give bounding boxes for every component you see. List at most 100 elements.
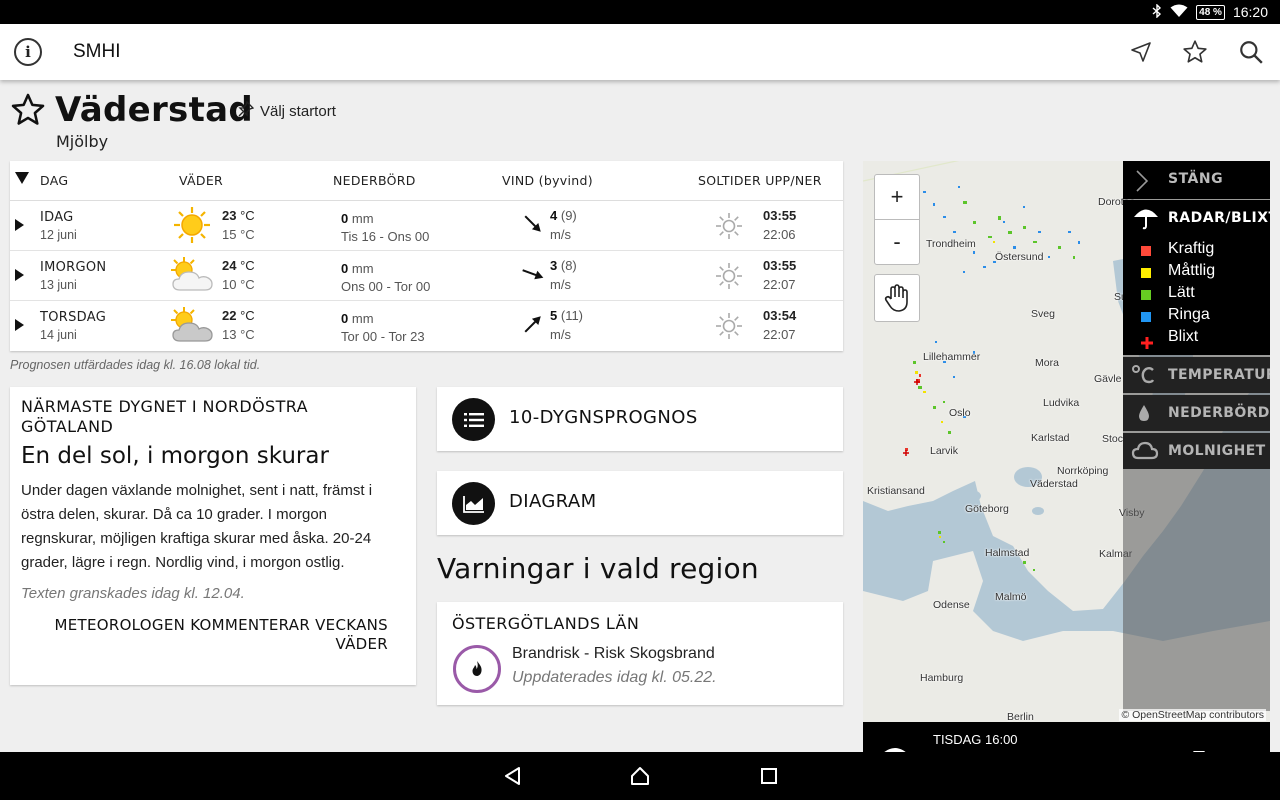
wind-direction-arrow-icon	[520, 311, 546, 337]
radar-map[interactable]: + - DoroteaTrondheimÖstersundSundsvSvegL…	[863, 161, 1270, 722]
temp-min: 13 °C	[222, 327, 255, 342]
text-forecast-body: Under dagen växlande molnighet, sent i n…	[21, 482, 373, 571]
celsius-icon	[1131, 364, 1157, 386]
info-icon[interactable]: i	[14, 38, 42, 66]
sunset-time: 22:07	[763, 277, 796, 292]
map-place-label: Lillehammer	[923, 351, 981, 363]
map-place-label: Halmstad	[985, 547, 1030, 559]
wind-speed: 3 (8)	[550, 258, 577, 273]
map-place-label: Larvik	[930, 445, 959, 457]
recent-apps-icon[interactable]	[759, 766, 779, 786]
warning-card[interactable]: ÖSTERGÖTLANDS LÄN Brandrisk - Risk Skogs…	[437, 602, 843, 705]
map-place-label: Kristiansand	[867, 485, 925, 497]
diagram-label: DIAGRAM	[509, 491, 597, 512]
expand-triangle-icon[interactable]	[15, 219, 24, 231]
temp-min: 10 °C	[222, 277, 255, 292]
legend-cloudiness-button[interactable]: MOLNIGHET	[1123, 433, 1270, 469]
choose-start-location-label: Välj startort	[260, 102, 336, 120]
map-place-label: Ludvika	[1043, 397, 1080, 409]
text-forecast-card: NÄRMASTE DYGNET I NORDÖSTRA GÖTALAND En …	[10, 387, 416, 685]
favorite-place-star-icon[interactable]	[10, 92, 46, 132]
map-place-label: Oslo	[949, 407, 971, 419]
back-icon[interactable]	[503, 766, 523, 786]
precip-amount: 0 mm	[341, 211, 374, 226]
sun-cloud-icon	[168, 305, 216, 345]
battery-indicator: 48 %	[1196, 4, 1225, 20]
favorite-star-icon[interactable]	[1181, 38, 1209, 66]
home-icon[interactable]	[630, 766, 650, 786]
forecast-issued-note: Prognosen utfärdades idag kl. 16.08 loka…	[10, 358, 261, 372]
temp-max: 22 °C	[222, 308, 255, 323]
legend-item-label: Ringa	[1168, 306, 1210, 323]
legend-precipitation-button[interactable]: NEDERBÖRD	[1123, 395, 1270, 431]
temp-max: 23 °C	[222, 208, 255, 223]
warning-updated: Uppdaterades idag kl. 05.22.	[512, 669, 717, 686]
legend-close-button[interactable]: STÄNG	[1123, 161, 1270, 199]
warning-text: Brandrisk - Risk Skogsbrand	[512, 645, 715, 662]
wind-unit: m/s	[550, 277, 571, 292]
zoom-out-button[interactable]: -	[874, 219, 920, 265]
col-sun: SOLTIDER UPP/NER	[698, 173, 822, 188]
warnings-title: Varningar i vald region	[437, 552, 759, 585]
map-place-label: Hamburg	[920, 672, 964, 684]
sun-icon	[714, 311, 744, 341]
choose-start-location-button[interactable]: Välj startort	[238, 100, 336, 121]
forecast-row[interactable]: IDAG 12 juni 23 °C 15 °C 0 mm Tis 16 - Ons 00…	[10, 201, 843, 251]
legend-radar-section[interactable]: RADAR/BLIXT Kraftig Måttlig Lätt Ringa Blixt	[1123, 200, 1270, 355]
expand-triangle-icon[interactable]	[15, 319, 24, 331]
map-legend-panel: STÄNG RADAR/BLIXT Kraftig Måttlig Lätt Ring…	[1123, 161, 1270, 711]
area-chart-icon	[452, 482, 495, 525]
sun-icon	[714, 211, 744, 241]
wind-speed: 4 (9)	[550, 208, 577, 223]
legend-item-label: Lätt	[1168, 284, 1195, 301]
map-timestamp: TISDAG 16:00	[933, 732, 1018, 747]
place-subtitle: Mjölby	[56, 132, 109, 151]
expand-triangle-icon[interactable]	[15, 269, 24, 281]
map-place-label: Väderstad	[1030, 478, 1078, 490]
location-arrow-icon[interactable]	[1127, 38, 1155, 66]
forecast-day: IMORGON	[40, 260, 107, 275]
clock: 16:20	[1232, 4, 1268, 20]
wind-direction-arrow-icon	[520, 261, 546, 287]
umbrella-icon	[1133, 206, 1159, 234]
map-place-label: Gävle	[1094, 373, 1122, 385]
sunrise-time: 03:55	[763, 258, 797, 273]
forecast-table: DAG VÄDER NEDERBÖRD VIND (byvind) SOLTID…	[10, 161, 843, 351]
col-precip: NEDERBÖRD	[333, 173, 416, 188]
zoom-in-button[interactable]: +	[874, 174, 920, 220]
diagram-button[interactable]: DIAGRAM	[437, 471, 843, 535]
pan-hand-icon[interactable]	[874, 274, 920, 322]
app-bar: i SMHI	[0, 24, 1280, 80]
map-place-label: Odense	[933, 599, 970, 611]
precip-period: Tor 00 - Tor 23	[341, 329, 425, 344]
precip-period: Tis 16 - Ons 00	[341, 229, 430, 244]
precip-period: Ons 00 - Tor 00	[341, 279, 431, 294]
sunset-time: 22:06	[763, 227, 796, 242]
map-attribution[interactable]: © OpenStreetMap contributors	[1119, 709, 1266, 721]
map-place-label: Göteborg	[965, 503, 1009, 515]
warning-region: ÖSTERGÖTLANDS LÄN	[452, 614, 640, 633]
map-place-label: Norrköping	[1057, 465, 1109, 477]
partly-cloudy-icon	[168, 255, 216, 295]
meteorologist-comment-link[interactable]: METEOROLOGEN KOMMENTERAR VECKANS VÄDER	[21, 616, 405, 654]
ten-day-forecast-label: 10-DYGNSPROGNOS	[509, 407, 698, 428]
legend-close-label: STÄNG	[1168, 171, 1224, 187]
legend-item-label: Måttlig	[1168, 262, 1216, 279]
text-forecast-headline: En del sol, i morgon skurar	[21, 443, 329, 469]
collapse-triangle-icon[interactable]	[15, 172, 29, 187]
forecast-row[interactable]: TORSDAG 14 juni 22 °C 13 °C 0 mm Tor 00 - Tor…	[10, 301, 843, 351]
legend-swatch	[1141, 334, 1153, 349]
bluetooth-icon	[1152, 2, 1162, 21]
app-title: SMHI	[73, 41, 121, 62]
fire-warning-icon	[453, 645, 501, 693]
text-forecast-reviewed: Texten granskades idag kl. 12.04.	[21, 585, 245, 602]
search-icon[interactable]	[1237, 38, 1265, 66]
forecast-row[interactable]: IMORGON 13 juni 24 °C 10 °C 0 mm Ons 00 - Tor…	[10, 251, 843, 301]
legend-temperature-button[interactable]: TEMPERATUR	[1123, 357, 1270, 393]
wind-speed: 5 (11)	[550, 308, 584, 323]
sunrise-time: 03:54	[763, 308, 797, 323]
raindrop-icon	[1131, 402, 1157, 424]
ten-day-forecast-button[interactable]: 10-DYGNSPROGNOS	[437, 387, 843, 451]
wifi-icon	[1170, 4, 1188, 21]
map-place-label: Mora	[1035, 357, 1059, 369]
